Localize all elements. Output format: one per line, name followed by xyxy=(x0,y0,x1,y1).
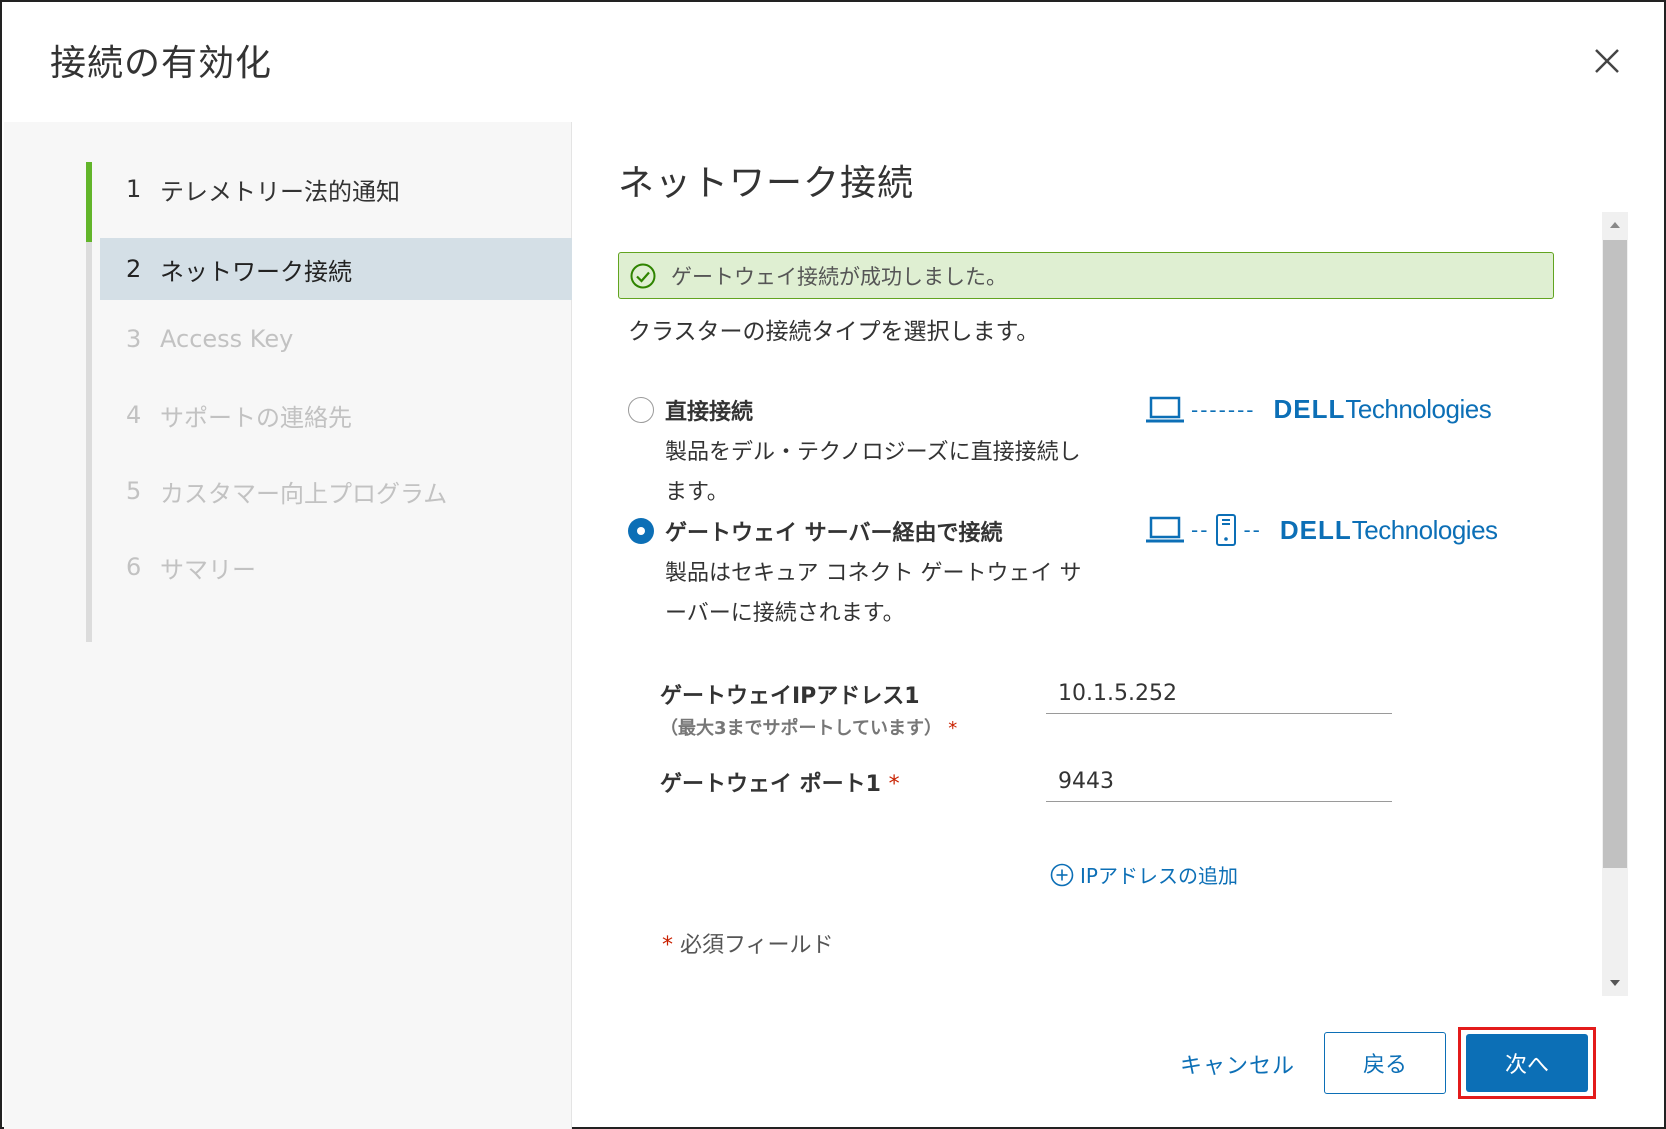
connection-dashes: -- xyxy=(1191,518,1210,542)
close-icon xyxy=(1595,49,1619,73)
gateway-port-label: ゲートウェイ ポート1 * xyxy=(660,766,900,798)
cancel-button[interactable]: キャンセル xyxy=(1180,1048,1295,1080)
step-telemetry-notice[interactable]: 1 テレメトリー法的通知 xyxy=(100,158,572,220)
step-support-contacts: 4 サポートの連絡先 xyxy=(100,384,572,446)
plus-circle-icon xyxy=(1050,863,1074,886)
sublabel-text: （最大3までサポートしています） xyxy=(660,718,942,739)
back-button[interactable]: 戻る xyxy=(1324,1032,1446,1094)
gateway-connect-radio[interactable] xyxy=(628,518,654,544)
step-label: サマリー xyxy=(160,555,256,584)
gateway-port-input[interactable] xyxy=(1046,762,1392,802)
step-label: ネットワーク接続 xyxy=(160,257,352,286)
dell-technologies-logo: DELL Technologies xyxy=(1280,515,1498,546)
close-button[interactable] xyxy=(1590,44,1624,78)
connection-dashes: -- xyxy=(1243,518,1262,542)
dell-technologies-logo: DELL Technologies xyxy=(1274,394,1492,425)
radio-description: 製品をデル・テクノロジーズに直接接続します。 xyxy=(665,440,1081,505)
enable-connection-dialog: 接続の有効化 1 テレメトリー法的通知 2 ネットワーク接続 3 Access … xyxy=(0,0,1666,1129)
step-number: 5 xyxy=(126,477,142,505)
step-label: サポートの連絡先 xyxy=(160,403,352,432)
gateway-connect-diagram: -- -- DELL Technologies xyxy=(1145,514,1498,546)
direct-connect-diagram: ------- DELL Technologies xyxy=(1145,394,1492,425)
step-label: テレメトリー法的通知 xyxy=(160,177,400,206)
required-asterisk: * xyxy=(662,933,673,958)
port-label-text: ゲートウェイ ポート1 xyxy=(660,772,881,797)
stepper-progress xyxy=(86,162,92,242)
radio-label: 直接接続 xyxy=(665,400,754,425)
radio-label: ゲートウェイ サーバー経由で接続 xyxy=(665,521,1003,546)
gateway-ip-input[interactable] xyxy=(1046,674,1392,714)
check-circle-icon xyxy=(629,262,657,290)
triangle-up-icon xyxy=(1610,222,1620,228)
alert-text: ゲートウェイ接続が成功しました。 xyxy=(671,264,1007,289)
connection-dashes: ------- xyxy=(1191,397,1256,422)
step-number: 1 xyxy=(126,175,142,203)
step-access-key: 3 Access Key xyxy=(100,308,572,370)
add-ip-label: IPアドレスの追加 xyxy=(1080,864,1238,888)
step-number: 6 xyxy=(126,553,142,581)
dialog-title: 接続の有効化 xyxy=(50,43,273,84)
gateway-ip-sublabel: （最大3までサポートしています） * xyxy=(660,714,957,740)
step-number: 2 xyxy=(126,255,142,283)
scroll-down-arrow[interactable] xyxy=(1602,968,1628,996)
step-number: 4 xyxy=(126,401,142,429)
required-asterisk: * xyxy=(948,718,958,739)
step-label: カスタマー向上プログラム xyxy=(160,479,448,508)
required-note-text: 必須フィールド xyxy=(680,933,834,958)
triangle-down-icon xyxy=(1610,980,1620,986)
radio-description: 製品はセキュア コネクト ゲートウェイ サーバーに接続されます。 xyxy=(665,561,1082,626)
logo-dell: DELL xyxy=(1279,514,1352,545)
scroll-up-arrow[interactable] xyxy=(1602,212,1628,240)
direct-connect-radio[interactable] xyxy=(628,397,654,423)
required-fields-note: * 必須フィールド xyxy=(662,927,834,959)
logo-technologies: Technologies xyxy=(1345,394,1492,424)
server-icon xyxy=(1216,514,1237,546)
gateway-ip-label: ゲートウェイIPアドレス1 xyxy=(660,684,920,709)
connection-type-prompt: クラスターの接続タイプを選択します。 xyxy=(628,319,1040,345)
required-asterisk: * xyxy=(888,772,900,797)
logo-dell: DELL xyxy=(1273,394,1346,424)
content-scrollbar[interactable] xyxy=(1602,212,1628,996)
step-summary: 6 サマリー xyxy=(100,536,572,598)
laptop-icon xyxy=(1146,396,1184,422)
step-network-connection[interactable]: 2 ネットワーク接続 xyxy=(100,238,572,300)
step-label: Access Key xyxy=(160,325,294,353)
page-title: ネットワーク接続 xyxy=(618,163,915,204)
laptop-icon xyxy=(1146,516,1184,543)
step-customer-program: 5 カスタマー向上プログラム xyxy=(100,460,572,522)
scroll-thumb[interactable] xyxy=(1603,240,1627,868)
add-ip-address-link[interactable]: IPアドレスの追加 xyxy=(1050,860,1238,889)
success-alert: ゲートウェイ接続が成功しました。 xyxy=(618,252,1554,299)
wizard-stepper: 1 テレメトリー法的通知 2 ネットワーク接続 3 Access Key 4 サ… xyxy=(4,122,572,1129)
step-number: 3 xyxy=(126,325,142,353)
next-button[interactable]: 次へ xyxy=(1466,1034,1588,1092)
logo-technologies: Technologies xyxy=(1351,514,1498,545)
